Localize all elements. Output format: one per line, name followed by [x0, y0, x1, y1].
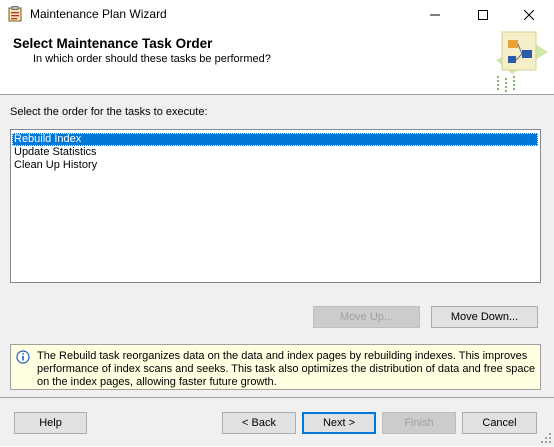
maximize-icon — [478, 10, 488, 20]
task-order-list[interactable]: Rebuild Index Update Statistics Clean Up… — [10, 129, 541, 283]
task-item-update-statistics[interactable]: Update Statistics — [12, 146, 97, 159]
maximize-button[interactable] — [460, 0, 506, 30]
minimize-button[interactable] — [412, 0, 458, 30]
task-item-rebuild-index[interactable]: Rebuild Index — [12, 133, 538, 146]
wizard-header: Select Maintenance Task Order In which o… — [0, 30, 554, 94]
info-icon — [16, 350, 30, 364]
move-down-button[interactable]: Move Down... — [431, 306, 538, 328]
title-bar: Maintenance Plan Wizard — [0, 0, 554, 30]
page-subtitle: In which order should these tasks be per… — [33, 53, 271, 65]
wizard-footer: Help < Back Next > Finish Cancel — [0, 398, 554, 446]
finish-button[interactable]: Finish — [382, 412, 456, 434]
minimize-icon — [430, 14, 440, 16]
cancel-button[interactable]: Cancel — [462, 412, 537, 434]
wizard-content: Select the order for the tasks to execut… — [0, 95, 554, 397]
task-item-clean-up-history[interactable]: Clean Up History — [12, 159, 97, 172]
wizard-banner-icon — [492, 30, 550, 94]
resize-grip-icon[interactable] — [540, 432, 552, 444]
close-button[interactable] — [506, 0, 552, 30]
back-button[interactable]: < Back — [222, 412, 296, 434]
next-button[interactable]: Next > — [302, 412, 376, 434]
wizard-app-icon — [7, 6, 23, 22]
task-description-text: The Rebuild task reorganizes data on the… — [37, 350, 536, 388]
page-title: Select Maintenance Task Order — [13, 36, 213, 51]
task-order-label: Select the order for the tasks to execut… — [10, 106, 208, 118]
close-icon — [524, 10, 534, 20]
help-button[interactable]: Help — [14, 412, 87, 434]
window-title: Maintenance Plan Wizard — [30, 7, 167, 21]
move-up-button[interactable]: Move Up... — [313, 306, 420, 328]
task-description-box: The Rebuild task reorganizes data on the… — [10, 344, 541, 390]
